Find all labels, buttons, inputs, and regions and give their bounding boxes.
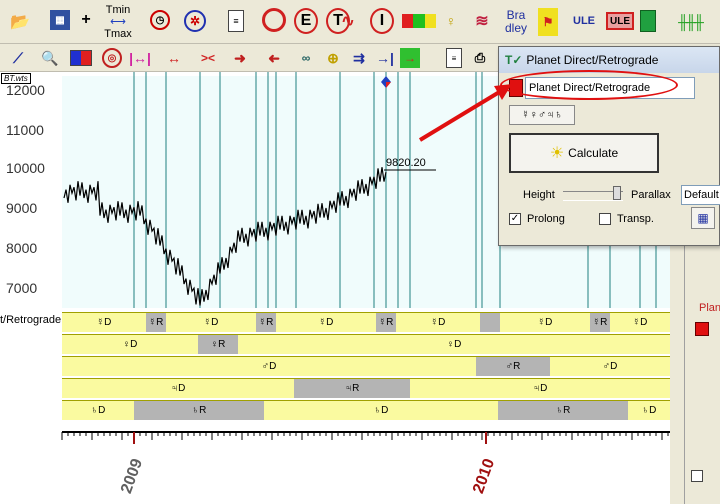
annotation-arrow — [418, 84, 512, 142]
